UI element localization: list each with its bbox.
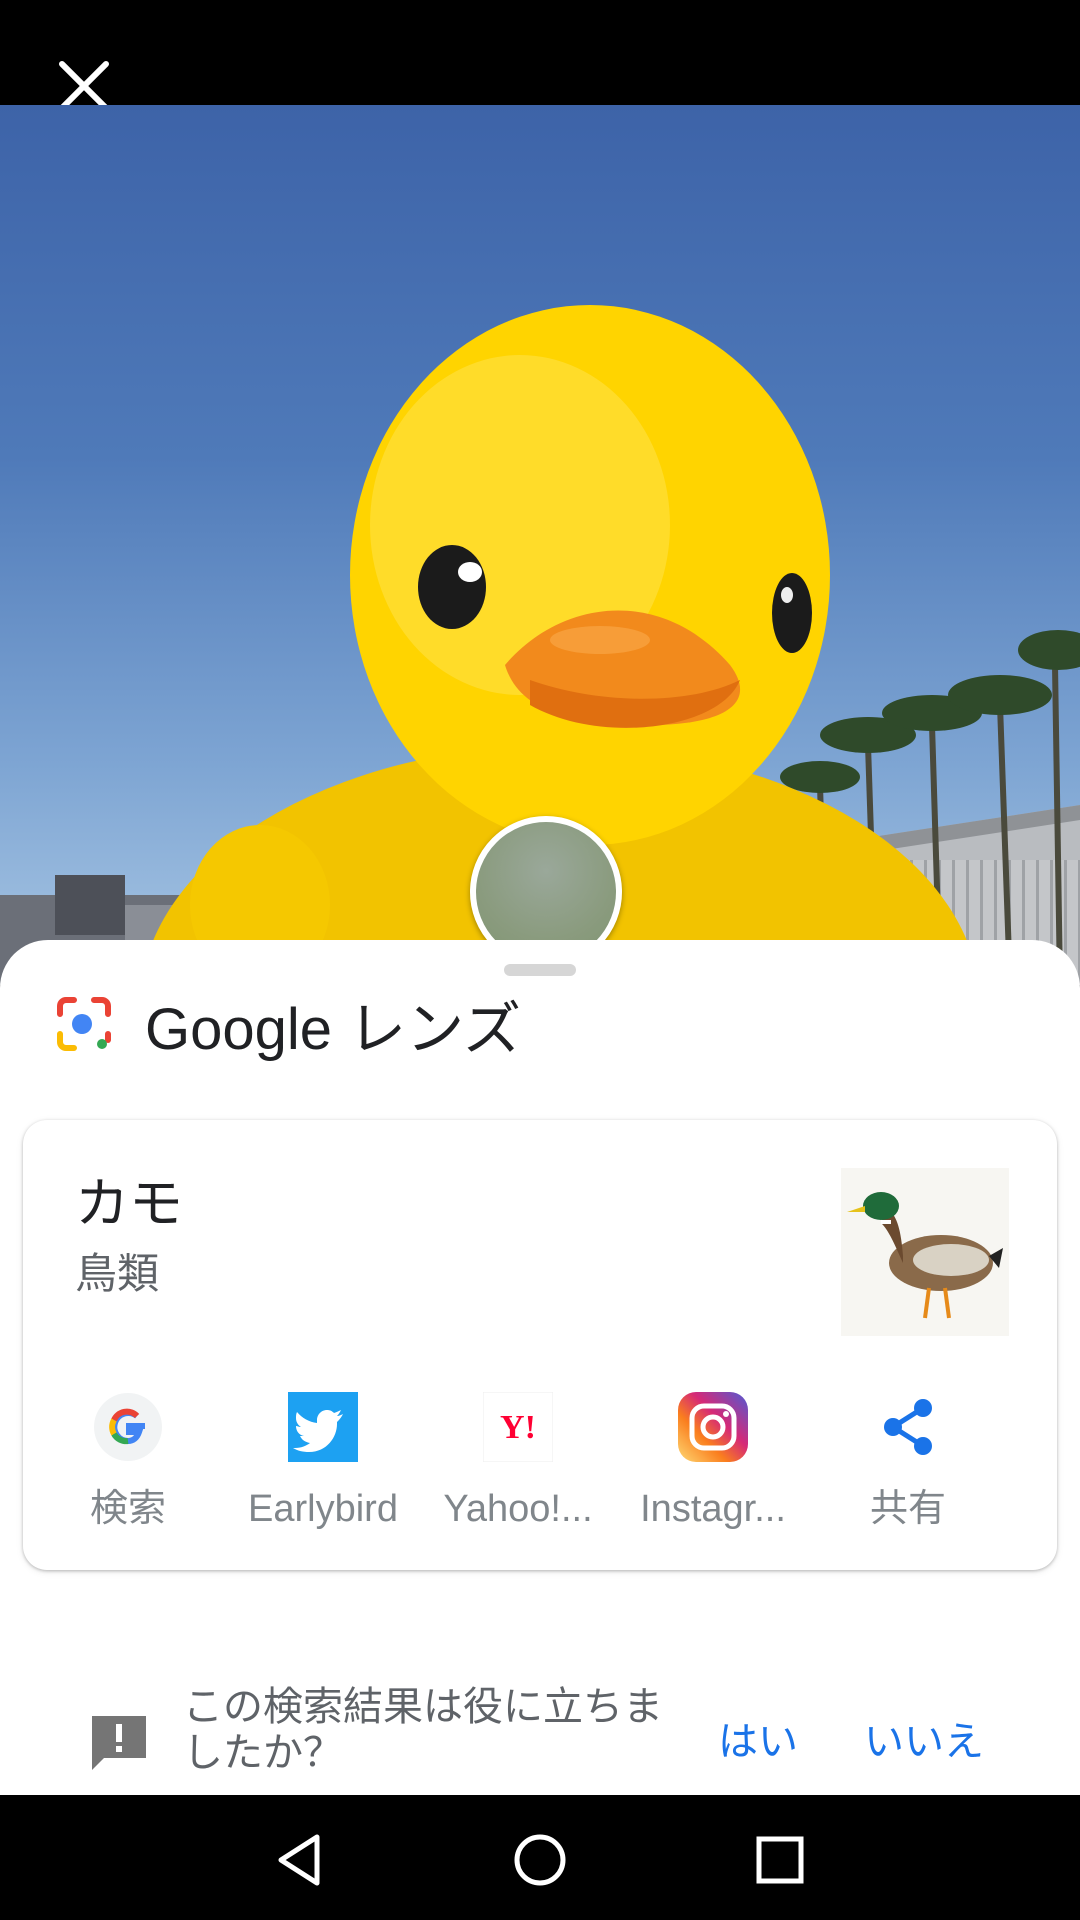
title-brand: Google <box>145 997 333 1062</box>
action-row: 検索 Earlybird Y! Yahoo!... Instagr... 共有 <box>23 1392 1057 1542</box>
action-label: 共有 <box>869 1488 946 1530</box>
palm-fronds <box>780 630 1080 793</box>
result-bottom-sheet: Google レンズ カモ 鳥類 検索 Earlybird Y! Yahoo!.… <box>0 940 1080 1795</box>
svg-text:Y!: Y! <box>500 1409 536 1446</box>
twitter-bird-icon <box>288 1392 358 1462</box>
system-nav-bar <box>0 1795 1080 1920</box>
mallard-duck-thumbnail[interactable] <box>841 1168 1009 1336</box>
top-bar <box>0 0 1080 111</box>
earlybird-action[interactable]: Earlybird <box>225 1392 421 1542</box>
google-icon <box>94 1393 162 1461</box>
result-card[interactable]: カモ 鳥類 検索 Earlybird Y! Yahoo!... Instagr.… <box>23 1120 1057 1570</box>
action-label: 検索 <box>89 1488 166 1530</box>
instagram-action[interactable]: Instagr... <box>615 1392 811 1542</box>
result-subtitle: 鳥類 <box>75 1249 160 1298</box>
yahoo-action[interactable]: Y! Yahoo!... <box>420 1392 616 1542</box>
search-action[interactable]: 検索 <box>30 1392 226 1542</box>
feedback-row: この検索結果は役に立ちましたか？ はい いいえ <box>0 1640 1080 1780</box>
action-label: Instagr... <box>640 1488 786 1530</box>
home-icon[interactable] <box>505 1825 575 1895</box>
back-icon[interactable] <box>265 1825 335 1895</box>
feedback-no-button[interactable]: いいえ <box>864 1712 984 1772</box>
action-label: Earlybird <box>248 1488 398 1530</box>
share-icon <box>884 1399 932 1455</box>
sheet-title: Google レンズ <box>145 992 521 1068</box>
title-product: レンズ <box>348 997 521 1062</box>
feedback-icon <box>92 1716 146 1770</box>
action-label: Yahoo!... <box>443 1488 593 1530</box>
camera-photo[interactable] <box>0 105 1080 985</box>
drag-handle[interactable] <box>504 964 576 976</box>
feedback-question: この検索結果は役に立ちましたか？ <box>183 1684 663 1776</box>
result-title: カモ <box>75 1172 183 1235</box>
google-lens-logo-icon <box>57 997 111 1051</box>
share-action[interactable]: 共有 <box>810 1392 1006 1542</box>
feedback-yes-button[interactable]: はい <box>718 1712 798 1772</box>
recents-icon[interactable] <box>745 1825 815 1895</box>
yahoo-icon: Y! <box>483 1392 553 1462</box>
instagram-icon <box>678 1392 748 1462</box>
